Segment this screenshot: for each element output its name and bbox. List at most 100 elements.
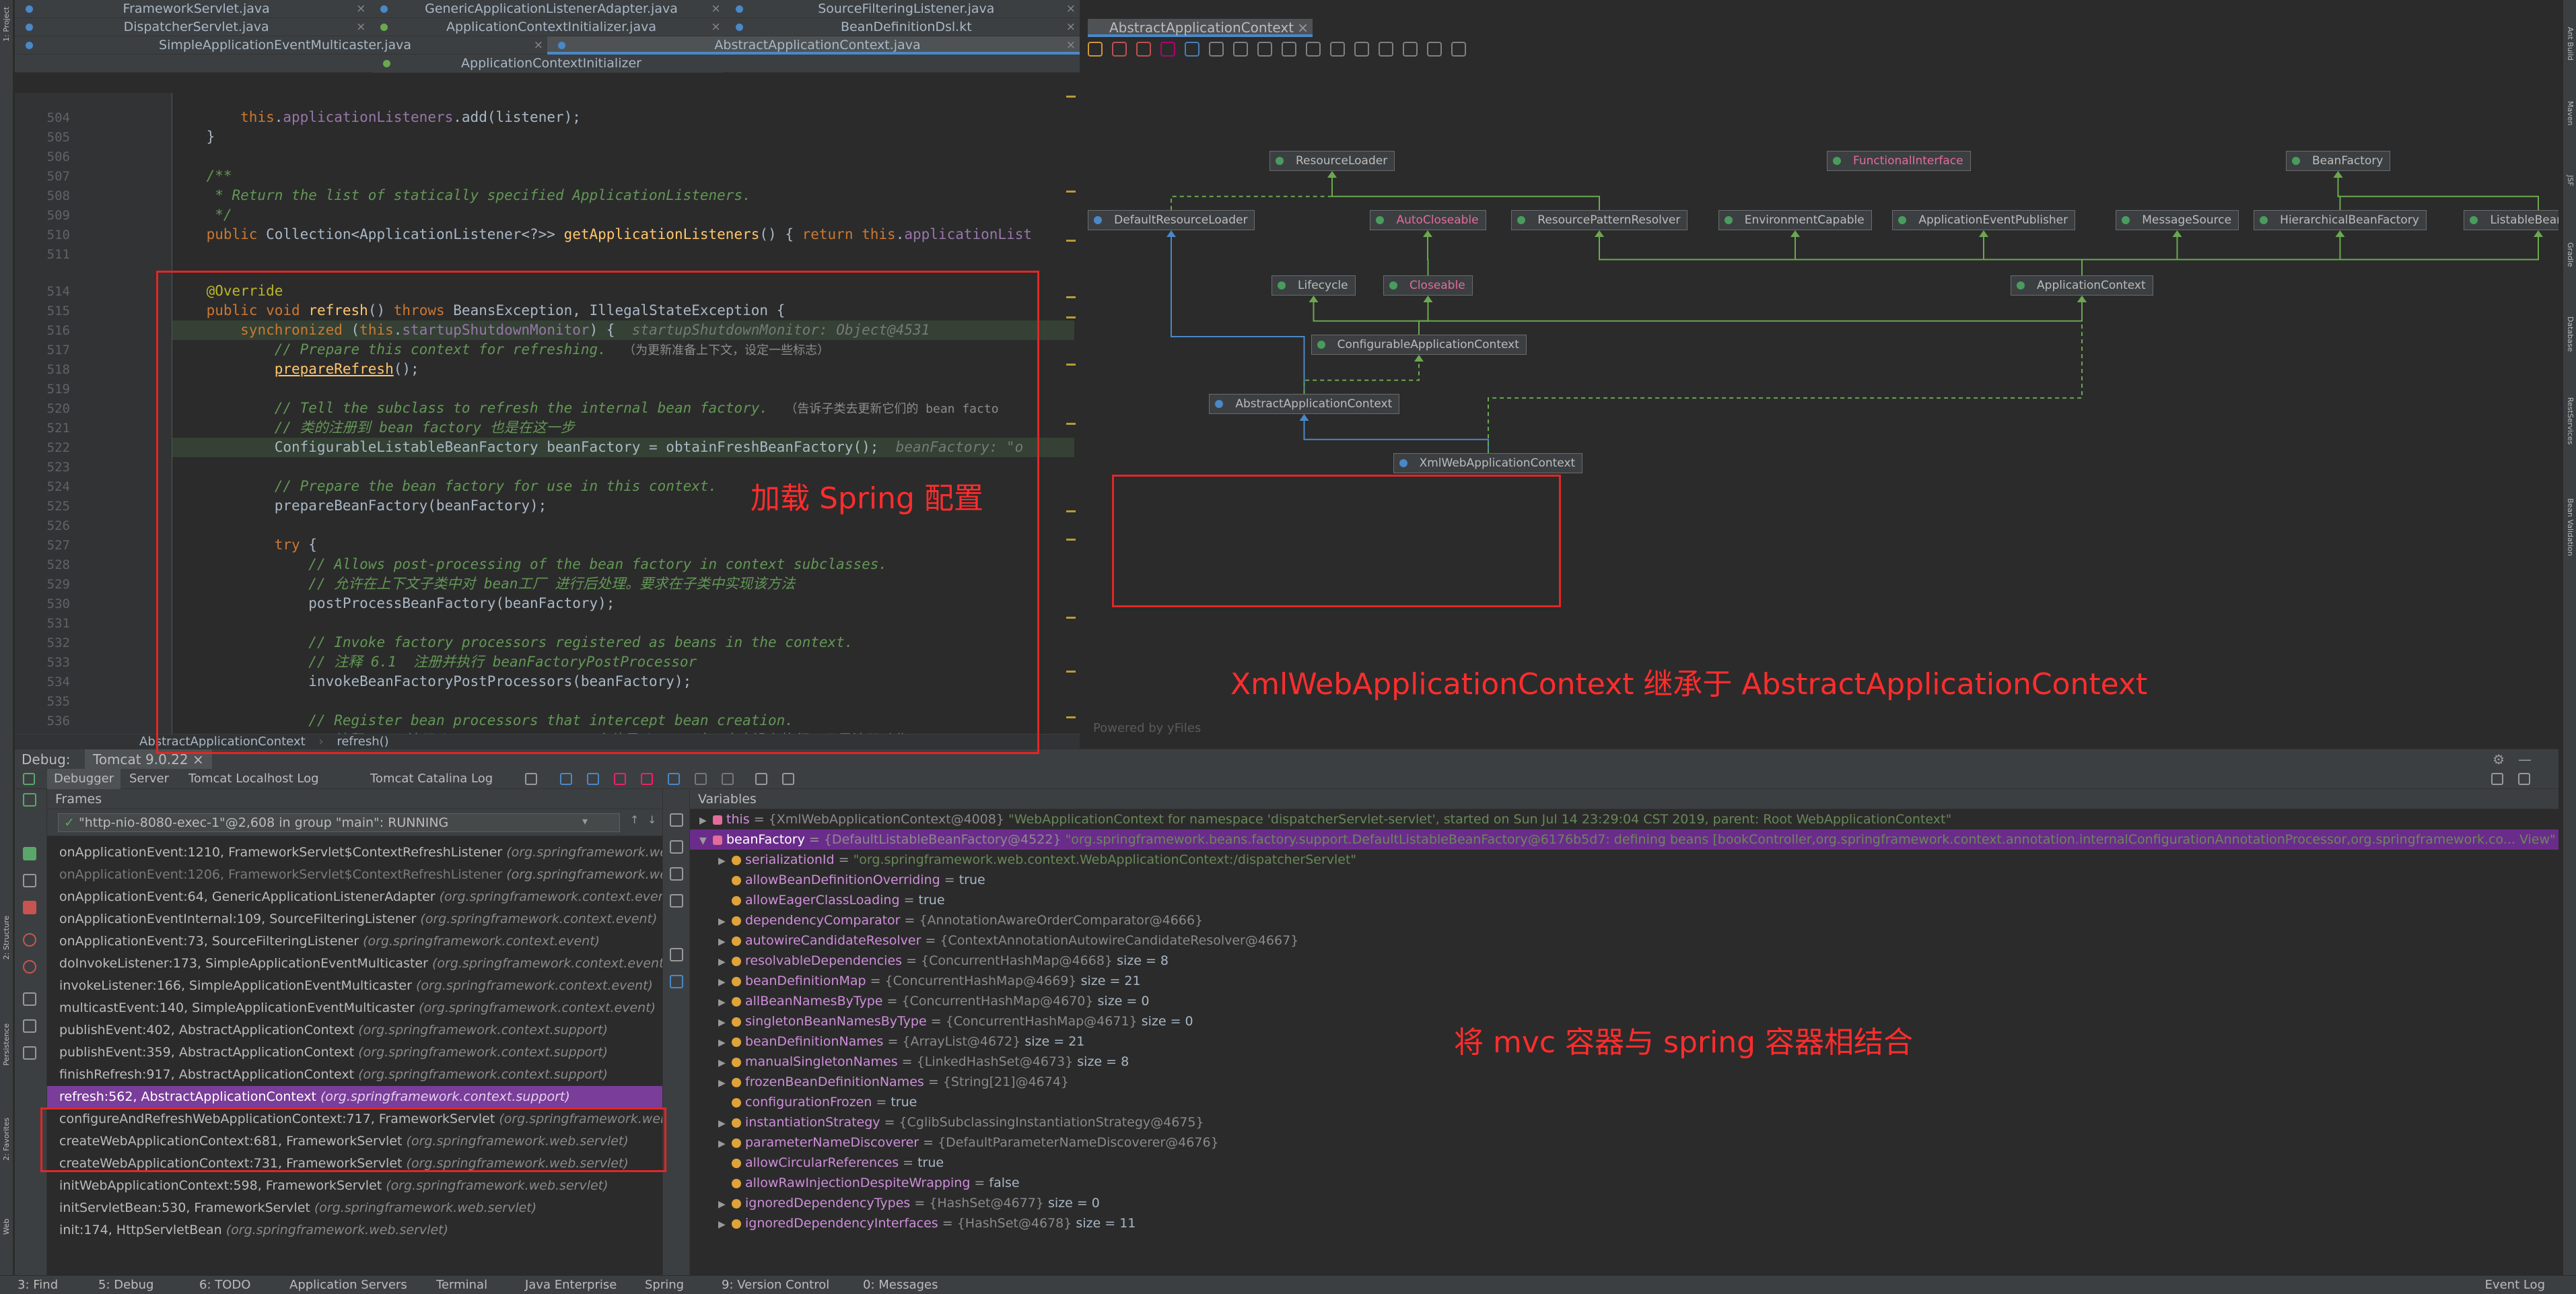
diagram-node-application-context[interactable]: ApplicationContext: [2011, 275, 2153, 296]
tab-tomcat-catalina-log[interactable]: Tomcat Catalina Log: [363, 769, 499, 789]
line-number[interactable]: 527: [23, 538, 70, 553]
version-control-tool-button[interactable]: 9: Version Control: [722, 1276, 829, 1294]
chevron-down-icon[interactable]: ▾: [582, 815, 588, 827]
line-number[interactable]: 532: [23, 636, 70, 650]
diagram-node-xml-web-application-context[interactable]: XmlWebApplicationContext: [1393, 453, 1583, 473]
stack-frame[interactable]: onApplicationEventInternal:109, SourceFi…: [47, 908, 663, 930]
line-number[interactable]: 523: [23, 460, 70, 475]
line-number[interactable]: 508: [23, 189, 70, 203]
line-number[interactable]: 521: [23, 421, 70, 436]
tab-tomcat-localhost-log[interactable]: Tomcat Localhost Log: [182, 769, 326, 789]
add-watch-icon[interactable]: [670, 813, 683, 827]
tab-frameworkservlet[interactable]: FrameworkServlet.java×: [15, 0, 370, 18]
editor-error-stripe[interactable]: [1066, 93, 1076, 746]
line-number[interactable]: 515: [23, 304, 70, 318]
close-icon[interactable]: ×: [1066, 18, 1076, 36]
line-number[interactable]: 533: [23, 655, 70, 670]
expand-toggle-icon[interactable]: ▶: [718, 972, 728, 991]
code-line[interactable]: [172, 244, 1074, 264]
line-number[interactable]: 535: [23, 694, 70, 709]
line-number[interactable]: 505: [23, 130, 70, 145]
line-number[interactable]: 516: [23, 323, 70, 338]
line-number[interactable]: 529: [23, 577, 70, 592]
diagram-node-bean-factory[interactable]: BeanFactory: [2286, 151, 2390, 171]
code-line[interactable]: }: [172, 127, 1074, 147]
stack-frame[interactable]: init:174, HttpServletBean (org.springfra…: [47, 1219, 663, 1241]
force-step-into-icon[interactable]: [641, 773, 653, 785]
project-tool-tab[interactable]: 1: Project: [2, 7, 11, 42]
code-line[interactable]: public Collection<ApplicationListener<?>…: [172, 225, 1074, 244]
web-tool-tab[interactable]: Web: [2, 1219, 11, 1235]
tab-debugger[interactable]: Debugger: [47, 769, 120, 789]
close-icon[interactable]: ×: [1066, 0, 1076, 18]
settings-icon[interactable]: [23, 1019, 36, 1033]
remove-watch-icon[interactable]: [670, 840, 683, 854]
expand-toggle-icon[interactable]: ▶: [718, 851, 728, 870]
line-number[interactable]: 518: [23, 362, 70, 377]
uml-diagram-panel[interactable]: AbstractApplicationContext× ResourceLoad…: [1081, 19, 2558, 747]
settings-icon[interactable]: [2518, 773, 2530, 785]
stack-frame[interactable]: publishEvent:359, AbstractApplicationCon…: [47, 1042, 663, 1064]
diagram-node-hierarchical-bean-factory[interactable]: HierarchicalBeanFactory: [2254, 210, 2427, 230]
evaluate-expression-icon[interactable]: [755, 773, 767, 785]
step-into-icon[interactable]: [614, 773, 626, 785]
variable-row[interactable]: ▶dependencyComparator = {AnnotationAware…: [690, 910, 2558, 930]
tab-applicationcontextinitializer[interactable]: ApplicationContextInitializer.java×: [370, 18, 724, 36]
todo-tool-button[interactable]: 6: TODO: [199, 1276, 250, 1294]
close-icon[interactable]: ×: [1066, 36, 1076, 55]
messages-tool-button[interactable]: 0: Messages: [863, 1276, 938, 1294]
expand-toggle-icon[interactable]: ▶: [718, 1033, 728, 1052]
database-tool-tab[interactable]: Database: [2566, 316, 2575, 352]
stack-frame[interactable]: multicastEvent:140, SimpleApplicationEve…: [47, 997, 663, 1019]
restore-layout-icon[interactable]: [2491, 773, 2503, 785]
expand-toggle-icon[interactable]: ▶: [699, 811, 709, 829]
expand-toggle-icon[interactable]: ▶: [718, 992, 728, 1011]
stack-frame[interactable]: initWebApplicationContext:598, Framework…: [47, 1175, 663, 1197]
variable-row[interactable]: ▶resolvableDependencies = {ConcurrentHas…: [690, 951, 2558, 971]
view-breakpoints-icon[interactable]: [23, 933, 36, 947]
diagram-node-default-resource-loader[interactable]: DefaultResourceLoader: [1088, 210, 1255, 230]
find-tool-button[interactable]: 3: Find: [18, 1276, 58, 1294]
variable-row[interactable]: ▶allBeanNamesByType = {ConcurrentHashMap…: [690, 991, 2558, 1011]
camera-icon[interactable]: [23, 992, 36, 1006]
variable-row[interactable]: ▶frozenBeanDefinitionNames = {String[21]…: [690, 1072, 2558, 1092]
code-line[interactable]: [172, 147, 1074, 166]
move-down-icon[interactable]: [670, 894, 683, 908]
variable-row[interactable]: ▶autowireCandidateResolver = {ContextAnn…: [690, 930, 2558, 951]
line-number[interactable]: 506: [23, 149, 70, 164]
run-to-cursor-icon[interactable]: [722, 773, 734, 785]
expand-toggle-icon[interactable]: ▶: [718, 1215, 728, 1233]
stack-frame[interactable]: doInvokeListener:173, SimpleApplicationE…: [47, 953, 663, 975]
line-number[interactable]: 514: [23, 284, 70, 299]
structure-tool-tab[interactable]: 2: Structure: [2, 916, 11, 959]
stack-frame[interactable]: invokeListener:166, SimpleApplicationEve…: [47, 975, 663, 997]
tab-abstractapplicationcontext[interactable]: AbstractApplicationContext.java×: [547, 36, 1080, 55]
arrow-up-icon[interactable]: ↑: [630, 813, 639, 826]
restservices-tool-tab[interactable]: RestServices: [2566, 397, 2575, 444]
diagram-node-closeable[interactable]: Closeable: [1383, 275, 1473, 296]
tab-genericapplicationlisteneradapter[interactable]: GenericApplicationListenerAdapter.java×: [370, 0, 724, 18]
step-out-icon[interactable]: [668, 773, 680, 785]
spring-tool-button[interactable]: Spring: [645, 1276, 684, 1294]
variable-row[interactable]: allowCircularReferences = true: [690, 1153, 2558, 1173]
stack-frame[interactable]: initServletBean:530, FrameworkServlet (o…: [47, 1197, 663, 1219]
variable-row[interactable]: ▶ignoredDependencyTypes = {HashSet@4677}…: [690, 1193, 2558, 1213]
pin-icon[interactable]: [23, 1046, 36, 1060]
variable-row[interactable]: configurationFrozen = true: [690, 1092, 2558, 1112]
copy-icon[interactable]: [670, 948, 683, 961]
stack-frame[interactable]: publishEvent:402, AbstractApplicationCon…: [47, 1019, 663, 1042]
expand-toggle-icon[interactable]: ▶: [718, 1194, 728, 1213]
tab-applicationcontextinitializer-pinned[interactable]: ApplicationContextInitializer: [372, 55, 722, 73]
mute-breakpoints-icon[interactable]: [23, 960, 36, 974]
show-execution-point-icon[interactable]: [560, 773, 572, 785]
bean-validation-tool-tab[interactable]: Bean Validation: [2566, 498, 2575, 556]
trace-icon[interactable]: [782, 773, 794, 785]
debug-tool-button[interactable]: 5: Debug: [98, 1276, 153, 1294]
close-icon[interactable]: ×: [711, 0, 720, 18]
line-number[interactable]: 534: [23, 675, 70, 689]
expand-toggle-icon[interactable]: ▶: [718, 912, 728, 930]
line-number[interactable]: 525: [23, 499, 70, 514]
minimize-icon[interactable]: —: [2518, 749, 2532, 770]
resume-icon[interactable]: [23, 847, 36, 860]
close-icon[interactable]: ×: [356, 0, 365, 18]
